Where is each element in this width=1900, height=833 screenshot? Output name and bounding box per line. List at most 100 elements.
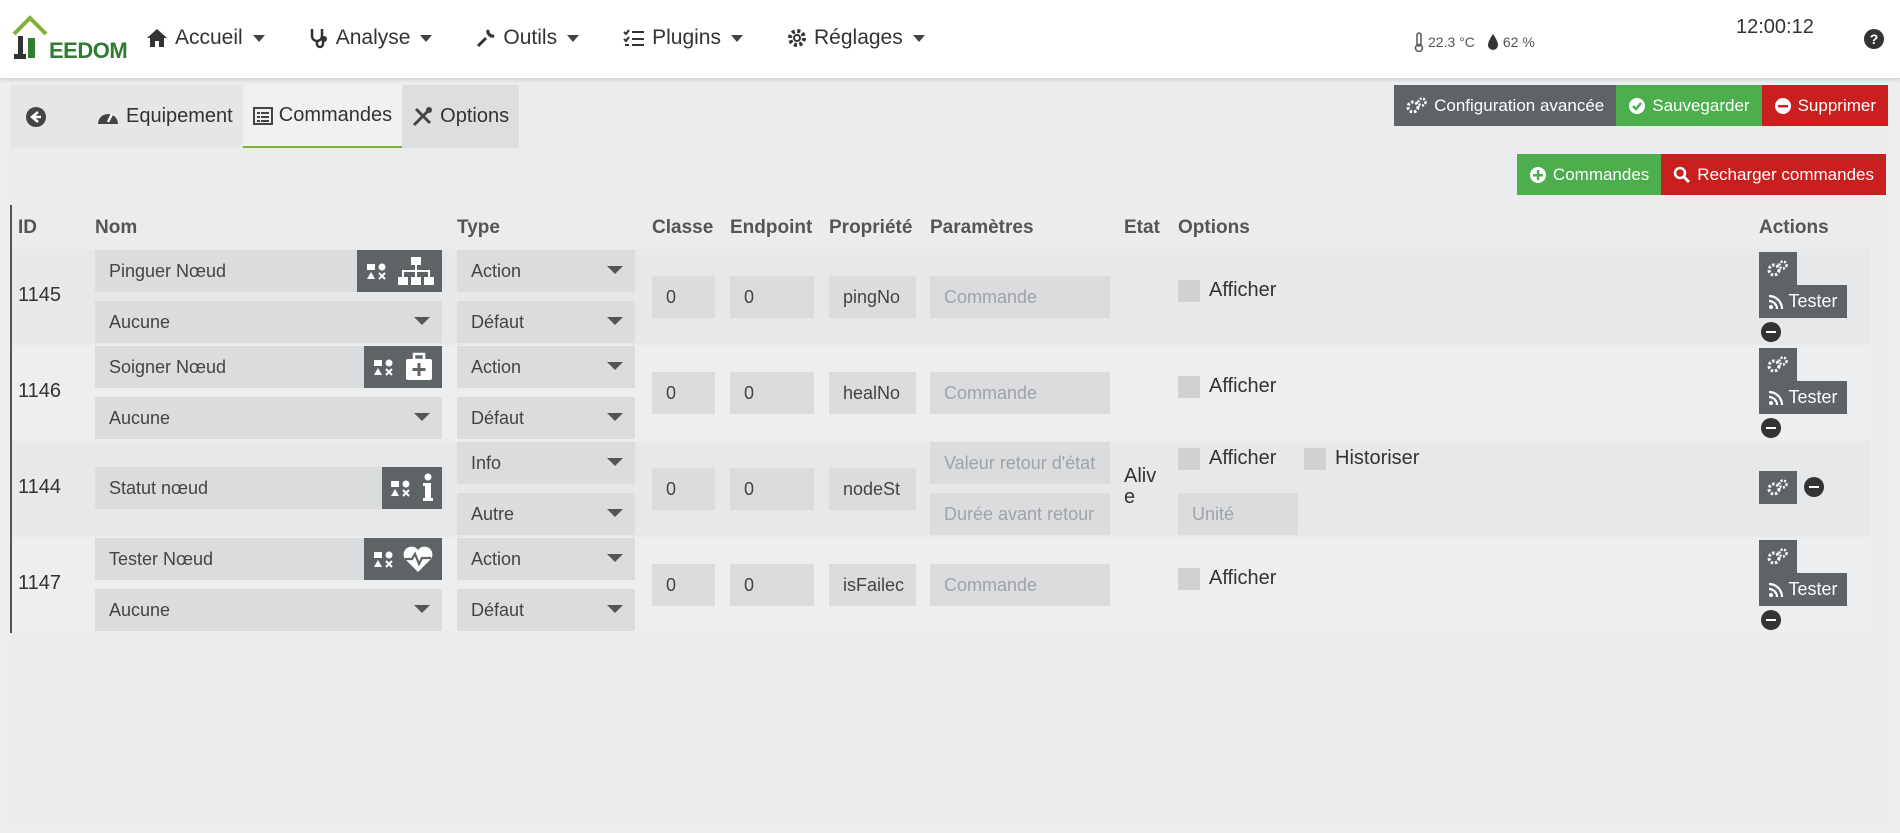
propriete-input[interactable]: pingNo <box>829 276 916 318</box>
propriete-input[interactable]: isFailec <box>829 564 916 606</box>
chevron-down-icon <box>567 34 580 42</box>
equipment-actions: Configuration avancée Sauvegarder Suppri… <box>1394 85 1888 126</box>
parametres-input[interactable]: Commande <box>930 276 1110 318</box>
dropdown-arrow-icon <box>607 509 623 517</box>
command-icon-picker[interactable] <box>357 250 442 292</box>
advanced-config-button[interactable] <box>1759 540 1797 573</box>
icons-picker-icon <box>374 551 393 568</box>
test-label: Tester <box>1788 579 1838 599</box>
afficher-checkbox[interactable]: Afficher <box>1178 279 1276 302</box>
nav-outils[interactable]: Outils <box>476 26 580 50</box>
endpoint-input[interactable]: 0 <box>730 372 814 414</box>
advanced-config-button[interactable] <box>1759 252 1797 285</box>
return-value-input[interactable]: Valeur retour d'état <box>930 442 1110 484</box>
nav-plugins[interactable]: Plugins <box>623 26 743 50</box>
endpoint-input[interactable]: 0 <box>730 276 814 318</box>
back-button[interactable] <box>10 85 68 148</box>
command-value-select[interactable]: Aucune <box>95 589 442 631</box>
test-button[interactable]: Tester <box>1759 573 1847 606</box>
command-id: 1147 <box>18 572 62 594</box>
nav-analyse-label: Analyse <box>335 26 411 49</box>
tab-options[interactable]: Options <box>402 85 520 148</box>
endpoint-input[interactable]: 0 <box>730 468 814 510</box>
command-value-select[interactable]: Aucune <box>95 301 442 343</box>
type-select[interactable]: Action <box>457 346 635 388</box>
command-id: 1144 <box>18 476 62 498</box>
remove-command-icon[interactable] <box>1761 322 1781 342</box>
type-select[interactable]: Action <box>457 538 635 580</box>
command-name-input[interactable]: Soigner Nœud <box>95 346 364 388</box>
icons-picker-icon <box>391 480 410 497</box>
command-name-input[interactable]: Statut nœud <box>95 467 382 509</box>
classe-input[interactable]: 0 <box>652 468 715 510</box>
classe-input[interactable]: 0 <box>652 276 715 318</box>
classe-input[interactable]: 0 <box>652 564 715 606</box>
type-select[interactable]: Info <box>457 442 635 484</box>
nav-analyse[interactable]: Analyse <box>309 26 433 50</box>
tab-options-label: Options <box>440 105 510 127</box>
checkbox-box[interactable] <box>1304 447 1326 470</box>
remove-command-icon[interactable] <box>1804 477 1824 497</box>
wrench-icon <box>477 29 495 48</box>
remove-command-icon[interactable] <box>1761 418 1781 438</box>
remove-command-icon[interactable] <box>1761 610 1781 630</box>
table-row: 1147 Tester Nœud Aucune Action Défaut 0 … <box>12 537 1870 633</box>
type-select[interactable]: Action <box>457 250 635 292</box>
return-delay-input[interactable]: Durée avant retour <box>930 493 1110 535</box>
advanced-config-button[interactable] <box>1759 348 1797 381</box>
nav-plugins-label: Plugins <box>652 26 721 49</box>
advanced-config-button[interactable] <box>1759 471 1797 504</box>
type-value: Action <box>471 260 522 281</box>
propriete-input[interactable]: nodeSt <box>829 468 916 510</box>
home-icon <box>147 29 167 47</box>
advanced-config-button[interactable]: Configuration avancée <box>1394 85 1617 126</box>
col-nom: Nom <box>95 217 138 238</box>
subtype-select[interactable]: Défaut <box>457 397 635 439</box>
subtype-value: Défaut <box>471 407 525 428</box>
save-button[interactable]: Sauvegarder <box>1616 85 1762 126</box>
rss-icon <box>1769 294 1784 309</box>
command-icon-picker[interactable] <box>382 467 442 509</box>
propriete-input[interactable]: healNo <box>829 372 916 414</box>
rss-icon <box>1769 390 1784 405</box>
command-icon-picker[interactable] <box>364 538 442 580</box>
command-value-select[interactable]: Aucune <box>95 397 442 439</box>
cogs-icon <box>1767 355 1788 372</box>
unit-input[interactable]: Unité <box>1178 493 1298 535</box>
state-value: Alive <box>1124 465 1157 508</box>
help-icon[interactable]: ? <box>1864 29 1884 49</box>
nav-reglages[interactable]: Réglages <box>787 26 925 50</box>
tab-commandes[interactable]: Commandes <box>242 85 403 148</box>
parametres-input[interactable]: Commande <box>930 564 1110 606</box>
command-icon-picker[interactable] <box>364 346 442 388</box>
subtype-select[interactable]: Autre <box>457 493 635 535</box>
jeedom-logo[interactable]: EEDOM <box>12 14 128 64</box>
tasks-icon <box>623 29 645 46</box>
command-name-input[interactable]: Pinguer Nœud <box>95 250 357 292</box>
checkbox-box[interactable] <box>1178 375 1200 398</box>
afficher-checkbox[interactable]: Afficher <box>1178 447 1276 470</box>
checkbox-box[interactable] <box>1178 279 1200 302</box>
delete-button[interactable]: Supprimer <box>1761 85 1888 126</box>
afficher-checkbox[interactable]: Afficher <box>1178 375 1276 398</box>
arrow-circle-left-icon <box>26 106 46 127</box>
save-label: Sauvegarder <box>1652 95 1750 115</box>
nav-accueil[interactable]: Accueil <box>146 26 265 50</box>
test-button[interactable]: Tester <box>1759 381 1847 414</box>
test-button[interactable]: Tester <box>1759 285 1847 318</box>
historiser-checkbox[interactable]: Historiser <box>1304 447 1419 470</box>
endpoint-input[interactable]: 0 <box>730 564 814 606</box>
add-command-button[interactable]: Commandes <box>1516 154 1662 195</box>
droplet-icon <box>1487 34 1498 50</box>
classe-input[interactable]: 0 <box>652 372 715 414</box>
parametres-input[interactable]: Commande <box>930 372 1110 414</box>
subtype-select[interactable]: Défaut <box>457 301 635 343</box>
checkbox-box[interactable] <box>1178 447 1200 470</box>
command-name-input[interactable]: Tester Nœud <box>95 538 364 580</box>
afficher-checkbox[interactable]: Afficher <box>1178 567 1276 590</box>
checkbox-box[interactable] <box>1178 567 1200 590</box>
reload-commands-button[interactable]: Recharger commandes <box>1661 154 1886 195</box>
plus-circle-icon <box>1529 166 1546 183</box>
tab-equipement[interactable]: Equipement <box>86 85 243 148</box>
subtype-select[interactable]: Défaut <box>457 589 635 631</box>
